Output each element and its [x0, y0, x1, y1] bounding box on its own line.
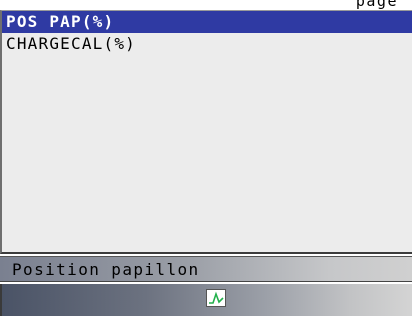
pid-description-bar: Position papillon: [0, 256, 412, 282]
pid-item-pos-pap[interactable]: POS PAP(%): [2, 11, 412, 33]
scan-tool-screen: page POS PAP(%) CHARGECAL(%) Position pa…: [0, 0, 412, 316]
pid-item-label: POS PAP(%): [6, 12, 115, 31]
bottom-toolbar: [0, 284, 412, 316]
pid-item-chargecal[interactable]: CHARGECAL(%): [2, 33, 412, 55]
pid-list: POS PAP(%) CHARGECAL(%): [0, 10, 412, 254]
header-strip: page: [0, 0, 412, 9]
pid-item-label: CHARGECAL(%): [6, 34, 136, 53]
graph-icon: [209, 291, 224, 304]
pid-description: Position papillon: [12, 260, 200, 279]
graph-button[interactable]: [206, 289, 226, 307]
header-partial-text: page: [355, 0, 398, 9]
